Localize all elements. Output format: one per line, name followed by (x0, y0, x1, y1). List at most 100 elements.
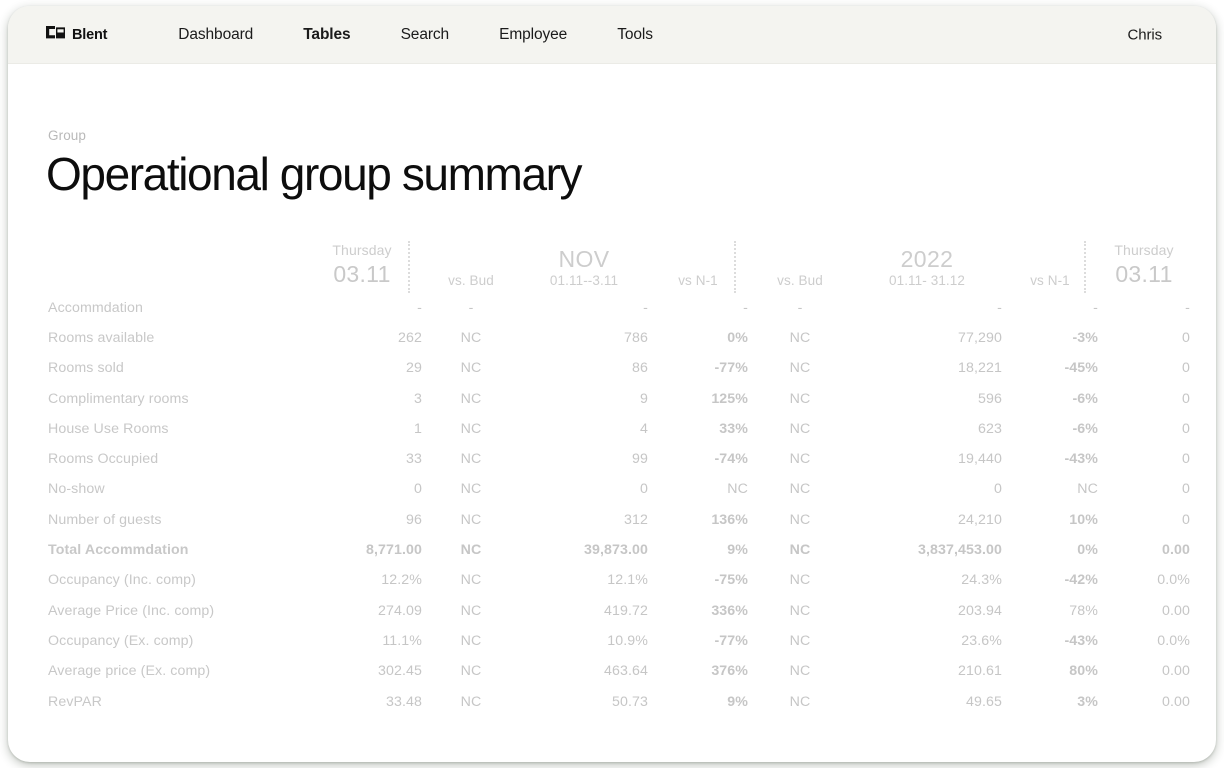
page-title: Operational group summary (46, 149, 1184, 201)
table-cell: 8,771.00 (302, 535, 422, 565)
table-cell: 50.73 (520, 686, 648, 716)
table-row: No-show0NC0NCNC0NC0 (40, 474, 1190, 504)
top-navigation-bar: Blent Dashboard Tables Search Employee T… (8, 6, 1216, 64)
brand-logo[interactable]: Blent (46, 26, 107, 44)
table-cell: 10% (1002, 505, 1098, 535)
table-body: Accommdation--------Rooms available262NC… (40, 293, 1190, 717)
table-cell: 0 (1098, 323, 1190, 353)
table-cell: - (648, 293, 748, 323)
table-cell: - (1098, 293, 1190, 323)
table-cell: 336% (648, 595, 748, 625)
table-cell: 0.00 (1098, 686, 1190, 716)
col-head-year-2022-title: 2022 (901, 247, 954, 273)
col-head-thursday-last-top: Thursday (1114, 242, 1173, 260)
table-cell: 0.0% (1098, 565, 1190, 595)
col-head-vs-bud-year: vs. Bud (748, 237, 852, 293)
table-cell: NC (748, 505, 852, 535)
table-header-row: Thursday 03.11 vs. Bud NOV 01.11--3.11 (40, 237, 1190, 293)
table-cell: NC (648, 474, 748, 504)
nav-item-tables[interactable]: Tables (303, 20, 350, 50)
table-cell: 33% (648, 414, 748, 444)
table-cell: 9% (648, 686, 748, 716)
table-cell: NC (422, 444, 520, 474)
table-cell: 136% (648, 505, 748, 535)
table-cell: NC (422, 474, 520, 504)
table-cell: 4 (520, 414, 648, 444)
row-label: Average price (Ex. comp) (40, 656, 302, 686)
table-cell: 33.48 (302, 686, 422, 716)
table-cell: 419.72 (520, 595, 648, 625)
user-menu[interactable]: Chris (1127, 26, 1162, 43)
table-cell: 302.45 (302, 656, 422, 686)
nav-item-dashboard[interactable]: Dashboard (178, 20, 253, 50)
table-cell: 24.3% (852, 565, 1002, 595)
table-cell: 0.00 (1098, 656, 1190, 686)
table-cell: NC (748, 595, 852, 625)
table-cell: 786 (520, 323, 648, 353)
nav-item-employee[interactable]: Employee (499, 20, 567, 50)
table-cell: 10.9% (520, 626, 648, 656)
row-label: Total Accommdation (40, 535, 302, 565)
table-cell: NC (748, 414, 852, 444)
table-cell: - (852, 293, 1002, 323)
table-cell: 376% (648, 656, 748, 686)
table-cell: 0 (852, 474, 1002, 504)
table-cell: 23.6% (852, 626, 1002, 656)
col-head-thursday-last-date: 03.11 (1115, 259, 1172, 290)
col-head-nov-range: 01.11--3.11 (550, 272, 618, 290)
table-cell: -6% (1002, 414, 1098, 444)
table-cell: 0% (1002, 535, 1098, 565)
table-cell: NC (422, 656, 520, 686)
blent-logo-icon (46, 26, 65, 44)
table-row: Rooms Occupied33NC99-74%NC19,440-43%0 (40, 444, 1190, 474)
table-row: Average Price (Inc. comp)274.09NC419.723… (40, 595, 1190, 625)
table-cell: 1 (302, 414, 422, 444)
table-cell: 9% (648, 535, 748, 565)
row-label: Average Price (Inc. comp) (40, 595, 302, 625)
table-cell: 0.00 (1098, 535, 1190, 565)
table-cell: 78% (1002, 595, 1098, 625)
table-cell: 0 (520, 474, 648, 504)
table-cell: - (520, 293, 648, 323)
table-cell: NC (422, 505, 520, 535)
table-cell: 86 (520, 353, 648, 383)
table-cell: 3% (1002, 686, 1098, 716)
table-cell: -6% (1002, 383, 1098, 413)
col-head-vs-n1-year-label: vs N-1 (1030, 272, 1070, 290)
table-cell: NC (422, 383, 520, 413)
table-row: Rooms available262NC7860%NC77,290-3%0 (40, 323, 1190, 353)
table-cell: -75% (648, 565, 748, 595)
table-cell: 0 (1098, 474, 1190, 504)
table-cell: 0 (1098, 353, 1190, 383)
table-cell: 203.94 (852, 595, 1002, 625)
table-row: Accommdation-------- (40, 293, 1190, 323)
table-cell: -3% (1002, 323, 1098, 353)
table-cell: NC (748, 444, 852, 474)
nav-item-tools[interactable]: Tools (617, 20, 653, 50)
table-cell: 18,221 (852, 353, 1002, 383)
col-head-nov: NOV 01.11--3.11 (520, 237, 648, 293)
table-cell: 0% (648, 323, 748, 353)
breadcrumb: Group (48, 128, 1184, 143)
table-cell: NC (422, 353, 520, 383)
row-label: Rooms available (40, 323, 302, 353)
row-label: Occupancy (Ex. comp) (40, 626, 302, 656)
table-cell: NC (748, 565, 852, 595)
col-head-vs-bud-month: vs. Bud (422, 237, 520, 293)
table-cell: NC (748, 353, 852, 383)
table-cell: NC (748, 323, 852, 353)
nav-item-search[interactable]: Search (401, 20, 450, 50)
table-cell: NC (422, 565, 520, 595)
col-head-year-2022-range: 01.11- 31.12 (889, 272, 965, 290)
col-head-thursday-day-date: 03.11 (333, 259, 390, 290)
col-head-vs-n1-month: vs N-1 (648, 237, 748, 293)
table-cell: 3,837,453.00 (852, 535, 1002, 565)
table-cell: 12.2% (302, 565, 422, 595)
table-row: Average price (Ex. comp)302.45NC463.6437… (40, 656, 1190, 686)
table-cell: 0 (302, 474, 422, 504)
table-cell: -77% (648, 626, 748, 656)
page-body: Group Operational group summary Thursday… (8, 128, 1216, 717)
table-cell: NC (748, 656, 852, 686)
col-head-thursday-last: Thursday 03.11 (1098, 237, 1190, 293)
table-cell: 77,290 (852, 323, 1002, 353)
